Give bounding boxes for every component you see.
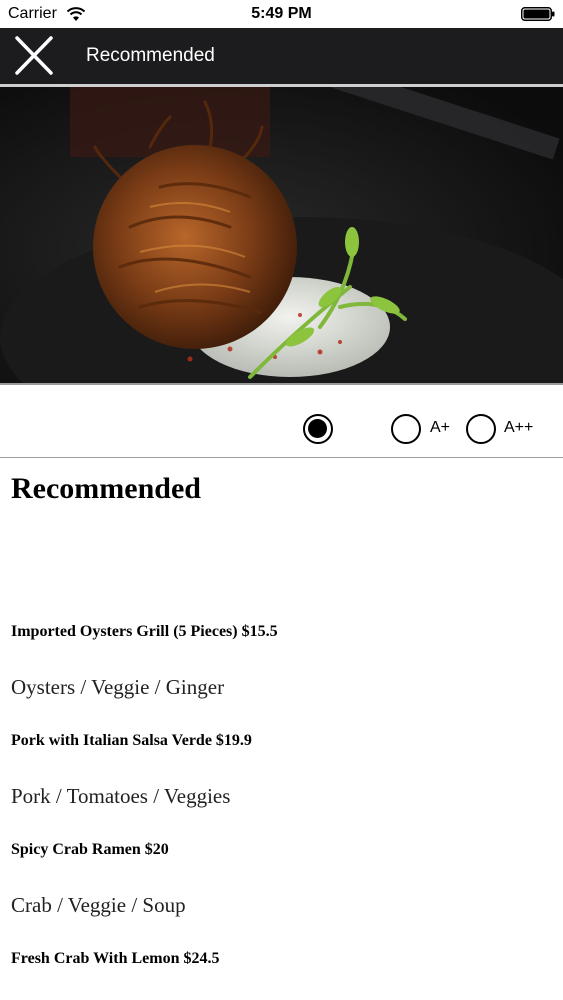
- close-x-icon: [15, 36, 53, 75]
- menu-item-description: Oysters / Veggie / Ginger: [11, 675, 225, 699]
- menu-item-name[interactable]: Pork with Italian Salsa Verde $19.9: [11, 732, 252, 750]
- radio-a-plus[interactable]: [391, 414, 421, 444]
- radio-a-plus-plus-label: A++: [504, 419, 534, 436]
- radio-a-plus-label: A+: [430, 419, 451, 436]
- battery-icon: [521, 7, 555, 21]
- filter-divider: [0, 457, 563, 458]
- radio-default[interactable]: [303, 414, 333, 444]
- nav-bar: Recommended: [0, 28, 563, 84]
- section-title: Recommended: [11, 472, 201, 505]
- rating-filter: A+ A++: [0, 385, 563, 457]
- menu-item-name[interactable]: Spicy Crab Ramen $20: [11, 841, 169, 859]
- status-bar: Carrier 5:49 PM: [0, 0, 563, 28]
- menu-item-name[interactable]: Fresh Crab With Lemon $24.5: [11, 950, 219, 968]
- hero-food-photo: [0, 87, 563, 383]
- radio-a-plus-plus[interactable]: [466, 414, 496, 444]
- menu-item-name[interactable]: Imported Oysters Grill (5 Pieces) $15.5: [11, 623, 278, 641]
- close-button[interactable]: [12, 36, 56, 76]
- status-time: 5:49 PM: [251, 5, 312, 22]
- food-photo-illustration: [0, 87, 563, 383]
- menu-item-description: Crab / Veggie / Soup: [11, 893, 186, 917]
- menu-item-description: Pork / Tomatoes / Veggies: [11, 784, 231, 808]
- nav-title: Recommended: [86, 45, 215, 66]
